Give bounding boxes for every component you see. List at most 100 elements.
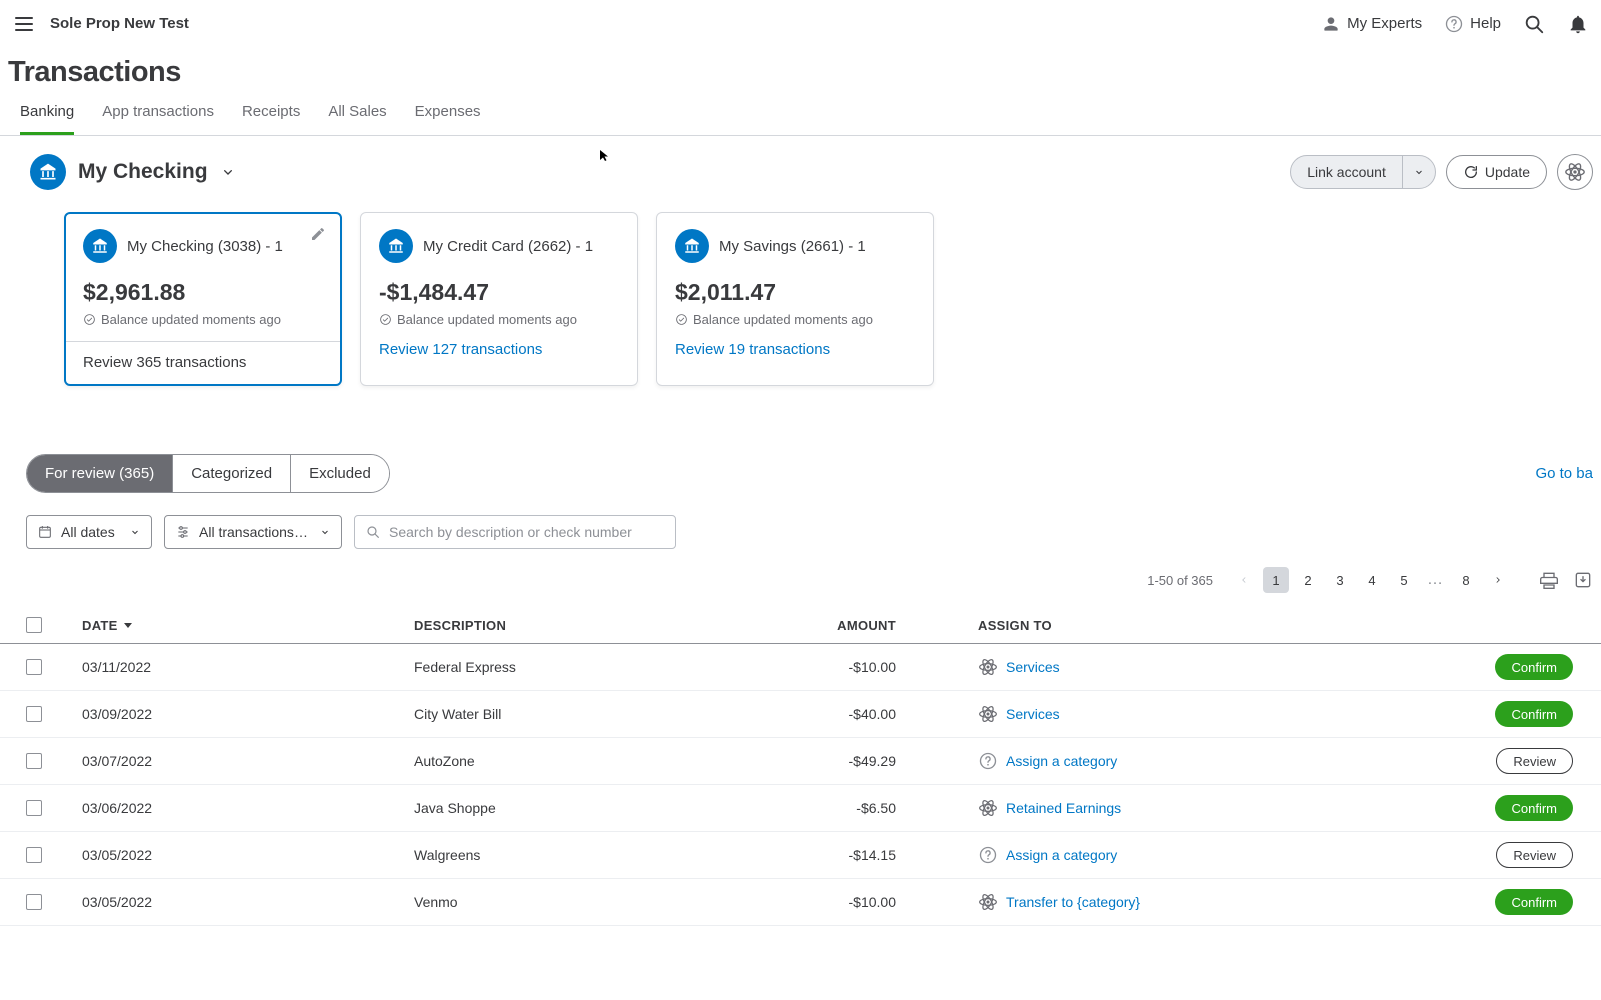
- tab-all-sales[interactable]: All Sales: [328, 103, 386, 135]
- col-assign[interactable]: ASSIGN TO: [896, 618, 1443, 633]
- account-card[interactable]: My Savings (2661) - 1 $2,011.47 Balance …: [656, 212, 934, 386]
- bell-icon[interactable]: [1567, 13, 1589, 35]
- page-5[interactable]: 5: [1391, 567, 1417, 593]
- sort-desc-icon: [124, 623, 132, 628]
- cell-assign: Services: [896, 704, 1443, 724]
- page-1[interactable]: 1: [1263, 567, 1289, 593]
- card-title: My Savings (2661) - 1: [719, 238, 866, 255]
- table-row[interactable]: 03/06/2022 Java Shoppe -$6.50 Retained E…: [0, 785, 1601, 832]
- page-ellipsis: …: [1423, 571, 1447, 589]
- help-button[interactable]: Help: [1444, 14, 1501, 34]
- hamburger-menu-icon[interactable]: [8, 8, 40, 40]
- segment-row: For review (365) Categorized Excluded Go…: [0, 386, 1601, 493]
- cell-date: 03/05/2022: [82, 847, 414, 863]
- table-row[interactable]: 03/07/2022 AutoZone -$49.29 Assign a cat…: [0, 738, 1601, 785]
- export-icon[interactable]: [1573, 570, 1593, 590]
- my-experts-button[interactable]: My Experts: [1321, 14, 1422, 34]
- atom-icon: [978, 704, 998, 724]
- cell-assign: Assign a category: [896, 751, 1443, 771]
- segment-for-review[interactable]: For review (365): [27, 455, 173, 492]
- chevron-down-icon[interactable]: [220, 164, 236, 180]
- tabs: Banking App transactions Receipts All Sales…: [0, 89, 1601, 136]
- card-review-link[interactable]: Review 127 transactions: [379, 341, 619, 358]
- cell-date: 03/05/2022: [82, 894, 414, 910]
- atom-icon: [1564, 161, 1586, 183]
- goto-bank-link[interactable]: Go to ba: [1535, 465, 1593, 482]
- assign-link[interactable]: Services: [1006, 659, 1060, 675]
- date-filter[interactable]: All dates: [26, 515, 152, 549]
- account-card[interactable]: My Credit Card (2662) - 1 -$1,484.47 Bal…: [360, 212, 638, 386]
- col-description[interactable]: DESCRIPTION: [414, 618, 746, 633]
- page-next[interactable]: [1485, 567, 1511, 593]
- col-date[interactable]: DATE: [82, 618, 414, 633]
- chevron-down-icon: [1413, 166, 1425, 178]
- review-button[interactable]: Review: [1496, 748, 1573, 774]
- cell-description: Java Shoppe: [414, 800, 746, 816]
- assign-link[interactable]: Retained Earnings: [1006, 800, 1121, 816]
- review-state-segment: For review (365) Categorized Excluded: [26, 454, 390, 493]
- review-button[interactable]: Review: [1496, 842, 1573, 868]
- cell-date: 03/11/2022: [82, 659, 414, 675]
- segment-categorized[interactable]: Categorized: [173, 455, 291, 492]
- card-updated: Balance updated moments ago: [379, 312, 619, 327]
- search-input-wrapper: [354, 515, 676, 549]
- search-input[interactable]: [389, 524, 665, 540]
- tab-expenses[interactable]: Expenses: [415, 103, 481, 135]
- row-checkbox[interactable]: [26, 847, 42, 863]
- company-name[interactable]: Sole Prop New Test: [50, 15, 189, 32]
- pagination-summary: 1-50 of 365: [1147, 573, 1213, 588]
- tab-app-transactions[interactable]: App transactions: [102, 103, 214, 135]
- pencil-icon[interactable]: [310, 226, 326, 242]
- confirm-button[interactable]: Confirm: [1495, 889, 1573, 915]
- transaction-filter[interactable]: All transactions (…: [164, 515, 342, 549]
- table-row[interactable]: 03/11/2022 Federal Express -$10.00 Servi…: [0, 644, 1601, 691]
- tab-receipts[interactable]: Receipts: [242, 103, 300, 135]
- page-4[interactable]: 4: [1359, 567, 1385, 593]
- confirm-button[interactable]: Confirm: [1495, 654, 1573, 680]
- cell-assign: Transfer to {category}: [896, 892, 1443, 912]
- print-icon[interactable]: [1539, 570, 1559, 590]
- segment-excluded[interactable]: Excluded: [291, 455, 389, 492]
- cell-amount: -$14.15: [746, 847, 896, 863]
- row-checkbox[interactable]: [26, 706, 42, 722]
- check-circle-icon: [379, 313, 392, 326]
- table-row[interactable]: 03/09/2022 City Water Bill -$40.00 Servi…: [0, 691, 1601, 738]
- transactions-table: DATE DESCRIPTION AMOUNT ASSIGN TO 03/11/…: [0, 607, 1601, 926]
- check-circle-icon: [83, 313, 96, 326]
- card-review-link[interactable]: Review 19 transactions: [675, 341, 915, 358]
- assistant-button[interactable]: [1557, 154, 1593, 190]
- page-2[interactable]: 2: [1295, 567, 1321, 593]
- search-icon[interactable]: [1523, 13, 1545, 35]
- assign-link[interactable]: Assign a category: [1006, 847, 1117, 863]
- confirm-button[interactable]: Confirm: [1495, 795, 1573, 821]
- table-row[interactable]: 03/05/2022 Venmo -$10.00 Transfer to {ca…: [0, 879, 1601, 926]
- chevron-down-icon: [129, 526, 141, 538]
- col-amount[interactable]: AMOUNT: [746, 618, 896, 633]
- update-button[interactable]: Update: [1446, 155, 1547, 189]
- row-checkbox[interactable]: [26, 894, 42, 910]
- confirm-button[interactable]: Confirm: [1495, 701, 1573, 727]
- tab-banking[interactable]: Banking: [20, 103, 74, 135]
- cell-date: 03/07/2022: [82, 753, 414, 769]
- row-checkbox[interactable]: [26, 659, 42, 675]
- select-all-checkbox[interactable]: [26, 617, 42, 633]
- page-title: Transactions: [8, 56, 1593, 89]
- help-label: Help: [1470, 15, 1501, 32]
- page-3[interactable]: 3: [1327, 567, 1353, 593]
- account-card[interactable]: My Checking (3038) - 1 $2,961.88 Balance…: [64, 212, 342, 386]
- row-checkbox[interactable]: [26, 753, 42, 769]
- assign-link[interactable]: Assign a category: [1006, 753, 1117, 769]
- card-balance: $2,961.88: [83, 279, 323, 306]
- page-8[interactable]: 8: [1453, 567, 1479, 593]
- row-checkbox[interactable]: [26, 800, 42, 816]
- link-account-dropdown[interactable]: [1402, 155, 1436, 189]
- link-account-button[interactable]: Link account: [1290, 155, 1403, 189]
- cell-description: Venmo: [414, 894, 746, 910]
- card-review-link[interactable]: Review 365 transactions: [83, 354, 323, 371]
- assign-link[interactable]: Transfer to {category}: [1006, 894, 1140, 910]
- page-prev[interactable]: [1231, 567, 1257, 593]
- table-row[interactable]: 03/05/2022 Walgreens -$14.15 Assign a ca…: [0, 832, 1601, 879]
- assign-link[interactable]: Services: [1006, 706, 1060, 722]
- cell-amount: -$10.00: [746, 659, 896, 675]
- card-balance: -$1,484.47: [379, 279, 619, 306]
